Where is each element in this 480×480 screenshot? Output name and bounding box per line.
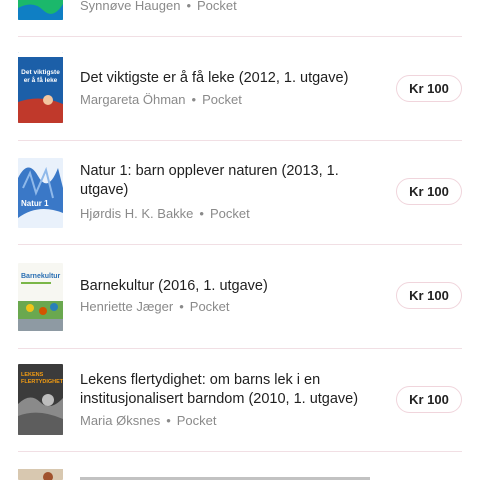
book-title[interactable]: Lekens flertydighet: om barns lek i en i… (80, 371, 380, 409)
book-format: Pocket (176, 413, 217, 428)
svg-text:Natur 1: Natur 1 (21, 199, 49, 208)
svg-text:er å få leke: er å få leke (24, 76, 58, 84)
book-format: Pocket (197, 0, 237, 13)
book-cover[interactable]: LEKENS FLERTYDIGHET (18, 364, 63, 435)
book-title-partial[interactable] (80, 474, 370, 480)
divider (18, 244, 462, 245)
book-meta: Hjørdis H. K. Bakke • Pocket (80, 206, 250, 221)
price-button[interactable]: Kr 100 (396, 282, 462, 309)
book-format: Pocket (189, 299, 230, 314)
meta-separator: • (191, 92, 197, 107)
price-button[interactable]: Kr 100 (396, 178, 462, 205)
book-cover[interactable] (18, 0, 63, 20)
book-format: Pocket (202, 92, 242, 107)
price-button[interactable]: Kr 100 (396, 386, 462, 413)
book-meta: Margareta Öhman • Pocket (80, 92, 242, 107)
book-title[interactable]: Det viktigste er å få leke (2012, 1. utg… (80, 69, 380, 88)
book-author: Synnøve Haugen (80, 0, 181, 13)
meta-separator: • (166, 413, 171, 428)
book-cover[interactable]: Natur 1 (18, 158, 63, 228)
book-cover[interactable]: Det viktigste er å få leke (18, 52, 63, 123)
book-author: Henriette Jæger (80, 299, 174, 314)
book-meta: Maria Øksnes • Pocket (80, 413, 217, 428)
book-author: Margareta Öhman (80, 92, 186, 107)
divider (18, 348, 462, 349)
meta-separator: • (179, 299, 184, 314)
price-button[interactable]: Kr 100 (396, 75, 462, 102)
book-author: Maria Øksnes (80, 413, 161, 428)
meta-separator: • (199, 206, 204, 221)
book-meta: Synnøve Haugen • Pocket (80, 0, 237, 13)
book-format: Pocket (209, 206, 250, 221)
meta-separator: • (186, 0, 192, 13)
book-author: Hjørdis H. K. Bakke (80, 206, 194, 221)
divider (18, 140, 462, 141)
book-cover[interactable] (18, 468, 63, 480)
svg-text:Barnekultur: Barnekultur (21, 273, 61, 280)
book-cover[interactable]: Barnekultur (18, 263, 63, 331)
divider (18, 451, 462, 452)
book-meta: Henriette Jæger • Pocket (80, 299, 230, 314)
svg-text:LEKENS: LEKENS (21, 372, 44, 378)
book-title[interactable]: Natur 1: barn opplever naturen (2013, 1.… (80, 162, 380, 200)
svg-text:Det viktigste: Det viktigste (21, 69, 60, 76)
svg-text:FLERTYDIGHET: FLERTYDIGHET (21, 379, 63, 385)
book-list: Synnøve Haugen • Pocket Det viktigste er å… (0, 0, 480, 480)
divider (18, 36, 462, 37)
book-title[interactable]: Barnekultur (2016, 1. utgave) (80, 277, 380, 296)
